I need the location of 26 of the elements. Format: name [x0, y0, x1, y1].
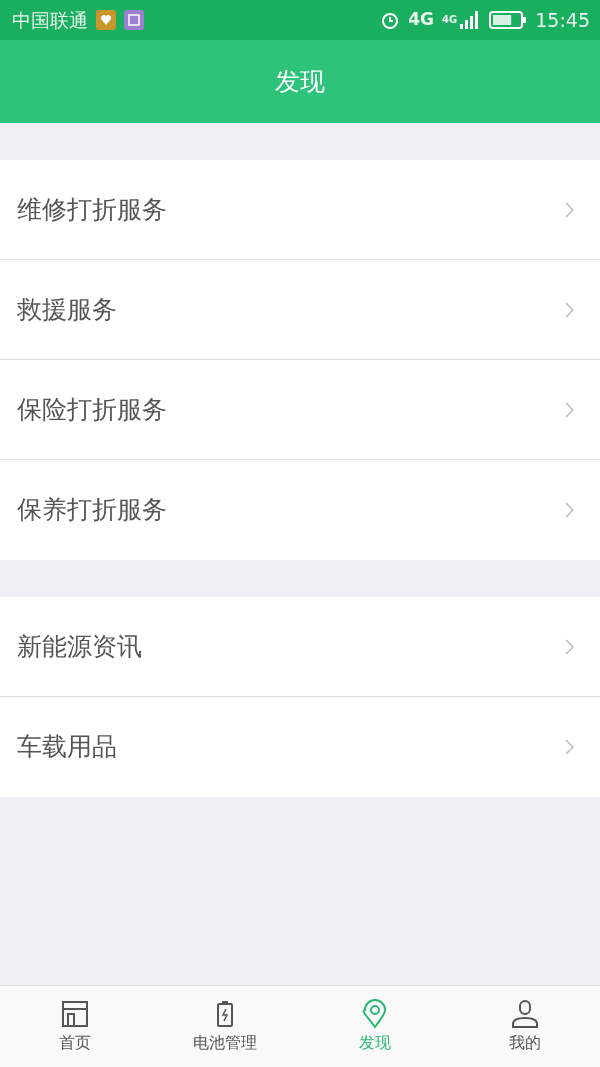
menu-item[interactable]: 保险打折服务 [0, 360, 600, 460]
menu-item[interactable]: 救援服务 [0, 260, 600, 360]
page-title: 发现 [275, 65, 325, 98]
menu-item[interactable]: 车载用品 [0, 697, 600, 797]
alarm-icon [380, 10, 401, 30]
person-icon [510, 998, 540, 1029]
carrier-name: 中国联通 [12, 7, 88, 33]
tab-item[interactable]: 首页 [0, 986, 150, 1067]
chevron-right-icon [565, 201, 574, 218]
menu-item[interactable]: 新能源资讯 [0, 597, 600, 697]
battery-icon [489, 10, 528, 30]
image-notification-icon [124, 10, 144, 30]
tab-item[interactable]: 我的 [450, 986, 600, 1067]
menu-item[interactable]: 维修打折服务 [0, 160, 600, 260]
clock-time: 15:45 [535, 7, 590, 33]
network-type: 4G [408, 8, 435, 32]
chevron-right-icon [565, 502, 574, 518]
network-type: 4G [442, 12, 458, 27]
tab-item[interactable]: 电池管理 [150, 986, 300, 1067]
app-notification-icon [96, 10, 116, 30]
storefront-icon [60, 998, 90, 1029]
chevron-right-icon [565, 401, 574, 418]
chevron-right-icon [565, 638, 574, 655]
chevron-right-icon [565, 301, 574, 318]
menu-item[interactable]: 保养打折服务 [0, 460, 600, 560]
chevron-right-icon [565, 739, 574, 755]
